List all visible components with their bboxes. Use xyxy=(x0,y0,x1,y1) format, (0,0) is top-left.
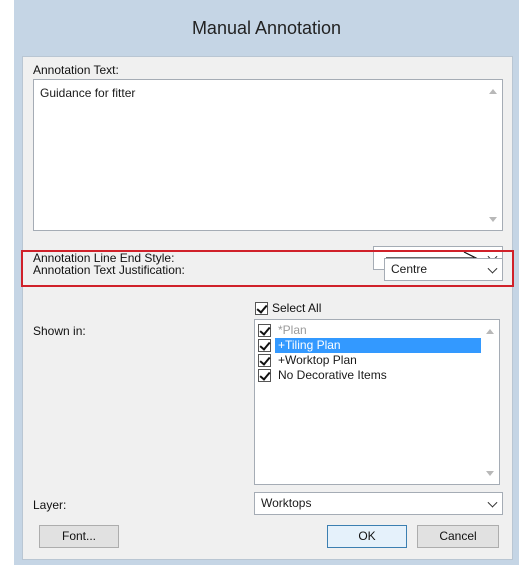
dialog-window: Manual Annotation Annotation Text: Guida… xyxy=(14,0,519,565)
list-item-label: +Tiling Plan xyxy=(275,338,481,353)
list-item-label: *Plan xyxy=(278,323,307,337)
shown-in-label: Shown in: xyxy=(33,324,86,338)
justification-value: Centre xyxy=(391,262,428,276)
annotation-text-label: Annotation Text: xyxy=(33,63,119,77)
shown-in-scrollbar[interactable] xyxy=(482,320,499,484)
list-item-checkbox[interactable] xyxy=(258,354,271,367)
shown-in-list[interactable]: *Plan +Tiling Plan +Worktop Plan No Deco… xyxy=(254,319,500,485)
scroll-down-icon[interactable] xyxy=(486,471,494,476)
cancel-button[interactable]: Cancel xyxy=(417,525,499,548)
list-item-label: No Decorative Items xyxy=(278,368,387,382)
scroll-up-icon[interactable] xyxy=(489,89,497,94)
list-item-label: +Worktop Plan xyxy=(278,353,357,367)
list-item-checkbox[interactable] xyxy=(258,324,271,337)
title-bar[interactable]: Manual Annotation xyxy=(14,0,519,56)
ok-button[interactable]: OK xyxy=(327,525,407,548)
dialog-body: Annotation Text: Guidance for fitter Ann… xyxy=(21,56,514,560)
font-button[interactable]: Font... xyxy=(39,525,119,548)
justification-label: Annotation Text Justification: xyxy=(33,263,185,277)
window-title: Manual Annotation xyxy=(191,18,342,38)
chevron-down-icon xyxy=(487,263,498,274)
layer-label: Layer: xyxy=(33,498,67,512)
annotation-text-scrollbar[interactable] xyxy=(485,80,502,230)
select-all-checkbox[interactable] xyxy=(255,302,268,315)
annotation-text-input[interactable]: Guidance for fitter xyxy=(33,79,503,231)
scroll-up-icon[interactable] xyxy=(486,329,494,334)
chevron-down-icon xyxy=(487,497,498,508)
select-all-label: Select All xyxy=(272,301,322,315)
layer-dropdown[interactable]: Worktops xyxy=(254,492,503,515)
list-item-checkbox[interactable] xyxy=(258,369,271,382)
justification-dropdown[interactable]: Centre xyxy=(384,258,503,281)
annotation-text-value: Guidance for fitter xyxy=(40,86,136,100)
layer-value: Worktops xyxy=(261,496,312,510)
list-item-checkbox[interactable] xyxy=(258,339,271,352)
scroll-down-icon[interactable] xyxy=(489,217,497,222)
